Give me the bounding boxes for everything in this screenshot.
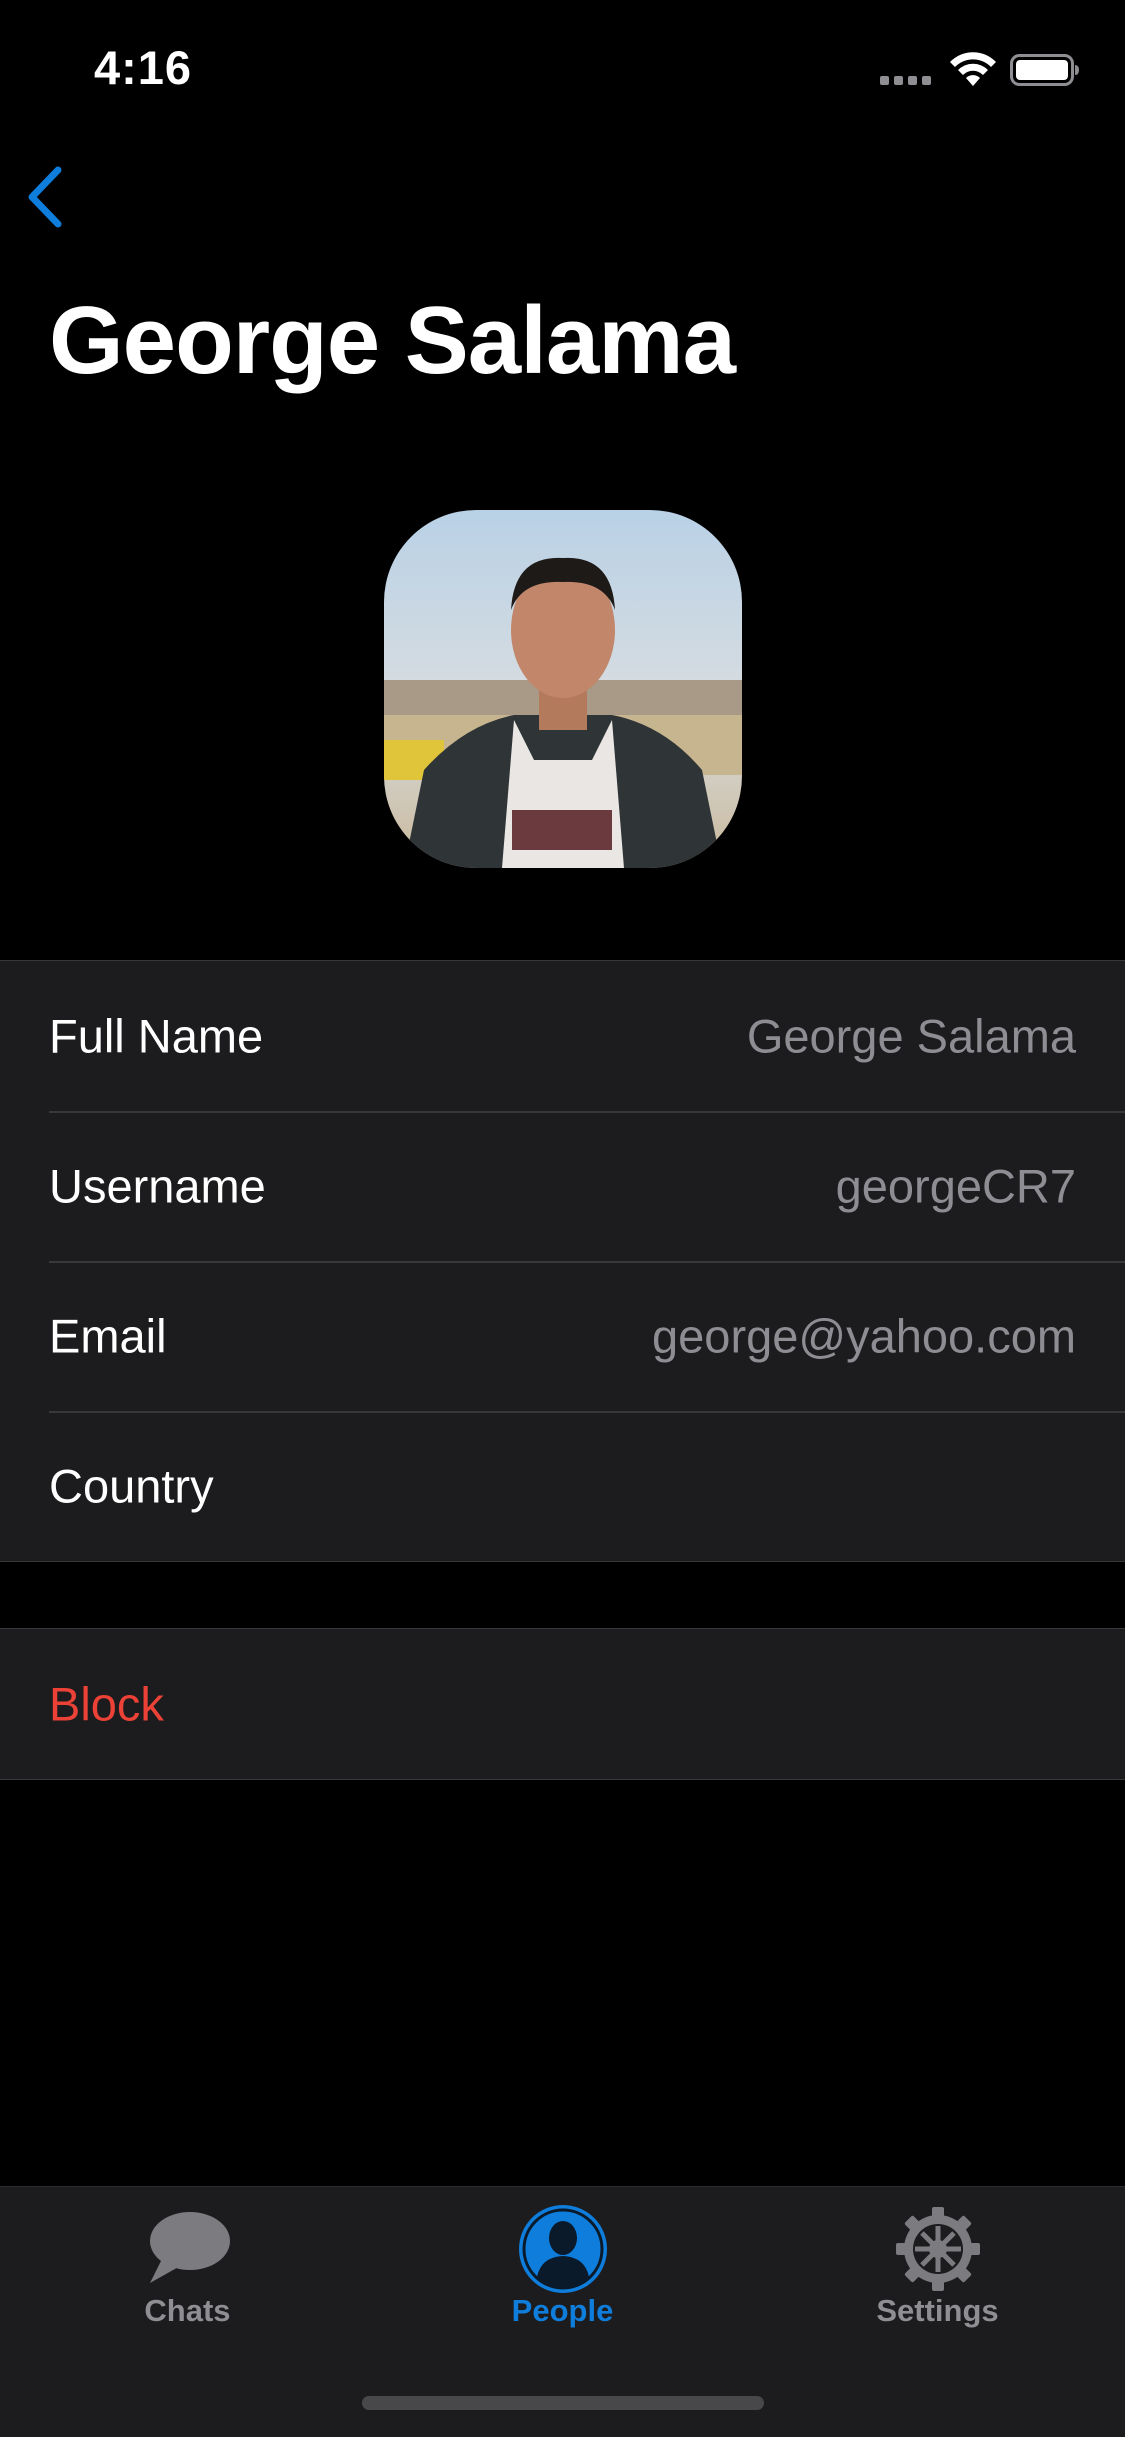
- actions-group: Block: [0, 1628, 1125, 1780]
- row-value: George Salama: [746, 1009, 1076, 1063]
- info-row-email: Email george@yahoo.com: [0, 1261, 1125, 1411]
- status-bar: 4:16: [0, 0, 1125, 140]
- row-value: georgeCR7: [835, 1159, 1076, 1213]
- tab-people[interactable]: People: [375, 2187, 750, 2367]
- tab-settings[interactable]: Settings: [750, 2187, 1125, 2367]
- battery-icon: [1010, 54, 1079, 86]
- page-title: George Salama: [49, 287, 736, 394]
- info-row-country: Country: [0, 1411, 1125, 1561]
- info-row-full-name: Full Name George Salama: [0, 961, 1125, 1111]
- row-label: Email: [49, 1309, 167, 1363]
- profile-photo: [384, 510, 742, 868]
- row-label: Username: [49, 1159, 266, 1213]
- info-row-username: Username georgeCR7: [0, 1111, 1125, 1261]
- profile-info-group: Full Name George Salama Username georgeC…: [0, 960, 1125, 1562]
- back-chevron-icon[interactable]: [24, 164, 66, 230]
- home-indicator: [362, 2396, 764, 2410]
- gear-icon: [895, 2207, 980, 2291]
- tab-label: People: [511, 2293, 614, 2328]
- avatar[interactable]: [384, 510, 742, 868]
- tab-label: Chats: [144, 2293, 231, 2328]
- tab-label: Settings: [876, 2293, 999, 2328]
- row-value: george@yahoo.com: [652, 1309, 1076, 1363]
- wifi-icon: [950, 52, 996, 86]
- chat-bubble-icon: [149, 2212, 230, 2283]
- cellular-signal-icon: [880, 76, 934, 86]
- row-label: Country: [49, 1459, 214, 1513]
- block-button[interactable]: Block: [0, 1629, 1125, 1779]
- row-label: Full Name: [49, 1009, 264, 1063]
- block-label: Block: [49, 1677, 164, 1731]
- status-time: 4:16: [94, 41, 193, 94]
- tab-chats[interactable]: Chats: [0, 2187, 375, 2367]
- person-icon: [518, 2205, 607, 2293]
